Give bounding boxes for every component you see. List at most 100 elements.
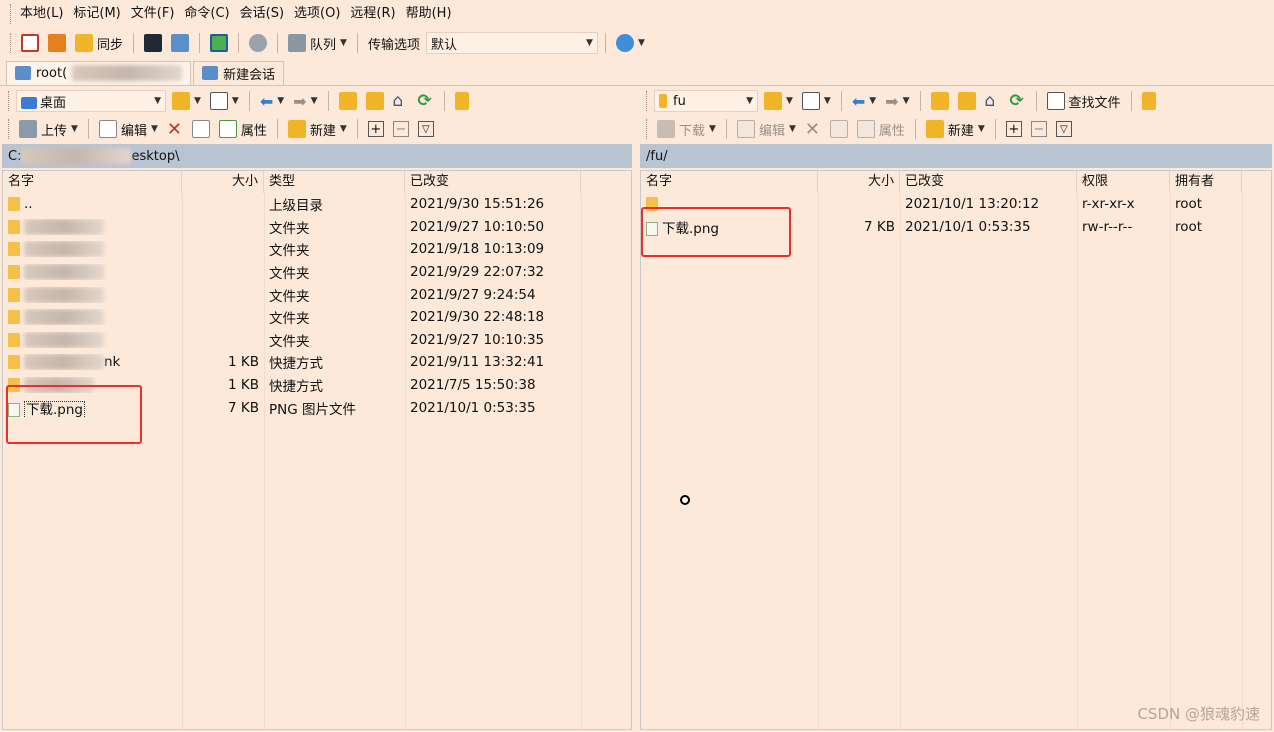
- local-filter-select-button[interactable]: ▽: [415, 117, 437, 141]
- local-root-dir-button[interactable]: [363, 89, 387, 113]
- col-header-changed[interactable]: 已改变: [405, 171, 581, 193]
- remote-open-folder-button[interactable]: ▼: [761, 89, 796, 113]
- queue-button[interactable]: 队列 ▼: [285, 31, 350, 55]
- remote-rename-button[interactable]: [827, 117, 851, 141]
- remote-delete-button[interactable]: ✕: [802, 117, 824, 141]
- watermark: CSDN @狼魂豹速: [1137, 705, 1260, 723]
- local-tree-button[interactable]: [452, 89, 474, 113]
- table-row[interactable]: 文件夹 2021/9/29 22:07:32: [3, 261, 631, 284]
- separator: [994, 119, 996, 139]
- remote-filter-select-button[interactable]: ▽: [1053, 117, 1075, 141]
- remote-filter-button[interactable]: ▼: [799, 89, 834, 113]
- gear-icon: [249, 34, 268, 52]
- local-properties-button[interactable]: 属性: [216, 117, 270, 141]
- col-header-owner[interactable]: 拥有者: [1170, 171, 1242, 193]
- chevron-down-icon: ▼: [977, 124, 985, 134]
- local-forward-button[interactable]: ➡ ▼: [290, 89, 320, 113]
- file-type: 文件夹: [269, 288, 310, 305]
- upload-button[interactable]: 上传 ▼: [16, 117, 81, 141]
- remote-back-button[interactable]: ⬅ ▼: [849, 89, 879, 113]
- remote-select-button[interactable]: +: [1003, 117, 1025, 141]
- remote-properties-button[interactable]: 属性: [854, 117, 908, 141]
- download-button[interactable]: 下载 ▼: [654, 117, 719, 141]
- remote-list-header: 名字 大小 已改变 权限 拥有者: [641, 171, 1271, 193]
- table-row[interactable]: 文件夹 2021/9/27 10:10:50: [3, 216, 631, 239]
- menu-mark[interactable]: 标记(M): [68, 0, 125, 28]
- local-select-button[interactable]: +: [365, 117, 387, 141]
- local-location-select[interactable]: 桌面 ▼: [16, 90, 166, 112]
- local-rename-button[interactable]: [189, 117, 213, 141]
- remote-forward-button[interactable]: ➡ ▼: [882, 89, 912, 113]
- local-edit-button[interactable]: 编辑 ▼: [96, 117, 161, 141]
- putty-button[interactable]: [168, 31, 192, 55]
- sync-browse-button[interactable]: [45, 31, 69, 55]
- menu-file[interactable]: 文件(F): [126, 0, 180, 28]
- remote-path-bar[interactable]: /fu/: [640, 144, 1272, 168]
- separator: [276, 119, 278, 139]
- local-filter-button[interactable]: ▼: [207, 89, 242, 113]
- table-row[interactable]: .. 上级目录 2021/9/30 15:51:26: [3, 193, 631, 216]
- folder-icon: [659, 94, 667, 108]
- col-header-type[interactable]: 类型: [264, 171, 405, 193]
- remote-parent-dir-button[interactable]: [928, 89, 952, 113]
- find-files-button[interactable]: 查找文件: [1044, 89, 1124, 113]
- local-path-bar[interactable]: C: esktop\: [2, 144, 632, 168]
- menu-remote[interactable]: 远程(R): [345, 0, 400, 28]
- separator: [914, 119, 916, 139]
- menu-options[interactable]: 选项(O): [289, 0, 345, 28]
- local-unselect-button[interactable]: −: [390, 117, 412, 141]
- globe-button[interactable]: ▼: [613, 31, 648, 55]
- col-header-size[interactable]: 大小: [818, 171, 900, 193]
- table-row[interactable]: 文件夹 2021/9/27 9:24:54: [3, 283, 631, 306]
- menu-command[interactable]: 命令(C): [179, 0, 234, 28]
- remote-new-button[interactable]: 新建 ▼: [923, 117, 988, 141]
- local-back-button[interactable]: ⬅ ▼: [257, 89, 287, 113]
- table-row[interactable]: 文件夹 2021/9/18 10:13:09: [3, 238, 631, 261]
- remote-tree-button[interactable]: [1139, 89, 1161, 113]
- remote-edit-button[interactable]: 编辑 ▼: [734, 117, 799, 141]
- local-parent-dir-button[interactable]: [336, 89, 360, 113]
- tab-session-root[interactable]: root(: [6, 60, 192, 85]
- col-header-permissions[interactable]: 权限: [1077, 171, 1170, 193]
- sync-dirs-button[interactable]: [207, 31, 231, 55]
- remote-home-button[interactable]: ⌂: [982, 89, 1004, 113]
- remote-refresh-button[interactable]: ⟳: [1007, 89, 1029, 113]
- root-dir-icon: [365, 92, 384, 110]
- local-file-list[interactable]: 名字 大小 类型 已改变 .. 上级目录 2021/9/30 15:51:26 文件夹…: [2, 170, 632, 730]
- redacted-host: [72, 65, 183, 81]
- local-new-button[interactable]: 新建 ▼: [285, 117, 350, 141]
- chevron-down-icon: ▼: [709, 124, 716, 134]
- table-row[interactable]: 文件夹 2021/9/30 22:48:18: [3, 306, 631, 329]
- minus-box-icon: −: [1030, 121, 1047, 137]
- col-header-name[interactable]: 名字: [3, 171, 182, 193]
- sync-label: 同步: [97, 37, 124, 53]
- tab-new-session[interactable]: 新建会话: [193, 60, 285, 85]
- table-row[interactable]: 文件夹 2021/9/27 10:10:35: [3, 329, 631, 352]
- table-row[interactable]: nk 1 KB 快捷方式 2021/9/11 13:32:41: [3, 351, 631, 374]
- col-header-size[interactable]: 大小: [182, 171, 264, 193]
- menu-local[interactable]: 本地(L): [15, 0, 68, 28]
- remote-root-dir-button[interactable]: [955, 89, 979, 113]
- transfer-settings-select[interactable]: 默认 ▼: [425, 32, 598, 54]
- col-header-changed[interactable]: 已改变: [900, 171, 1077, 193]
- local-delete-button[interactable]: ✕: [164, 117, 186, 141]
- local-open-folder-button[interactable]: ▼: [169, 89, 204, 113]
- remote-unselect-button[interactable]: −: [1028, 117, 1050, 141]
- preferences-button[interactable]: [246, 31, 270, 55]
- terminal-button[interactable]: [141, 31, 165, 55]
- local-home-button[interactable]: ⌂: [390, 89, 412, 113]
- separator: [919, 91, 921, 111]
- properties-icon: [218, 120, 237, 138]
- menu-help[interactable]: 帮助(H): [401, 0, 457, 28]
- sync-button[interactable]: 同步: [72, 31, 126, 55]
- local-refresh-button[interactable]: ⟳: [415, 89, 437, 113]
- compare-dirs-button[interactable]: [18, 31, 42, 55]
- download-icon: [657, 120, 675, 138]
- remote-location-select[interactable]: fu ▼: [654, 90, 758, 112]
- remote-pane: fu ▼ ▼ ▼ ⬅ ▼ ➡ ▼ ⌂ ⟳ 查找文件 下载 ▼ 编辑 ▼ ✕ 属性 新建 ▼…: [638, 86, 1274, 730]
- menu-session[interactable]: 会话(S): [235, 0, 289, 28]
- col-header-name[interactable]: 名字: [641, 171, 818, 193]
- toolbar-separator: [604, 33, 606, 53]
- separator: [327, 91, 329, 111]
- tab-new-session-label: 新建会话: [223, 67, 276, 83]
